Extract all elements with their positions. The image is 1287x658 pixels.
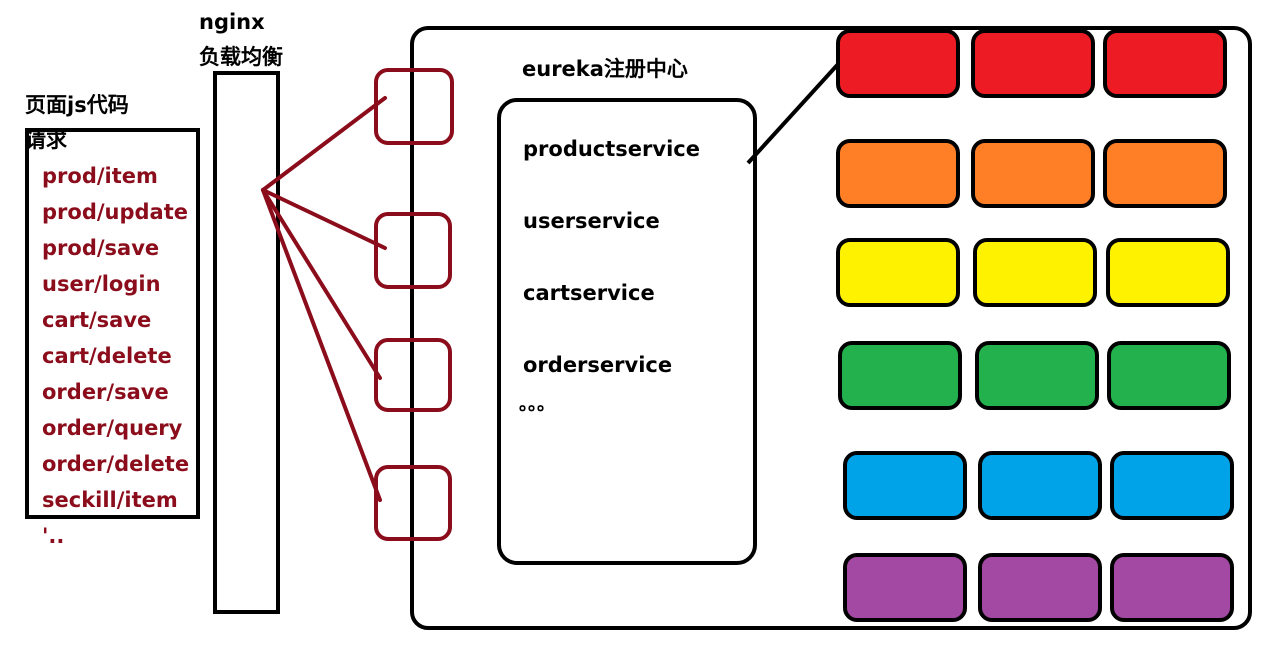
nginx-subtitle: 负载均衡 — [199, 45, 283, 69]
service-instance-box — [978, 553, 1102, 622]
request-item: order/query — [42, 416, 183, 440]
service-instance-box — [971, 29, 1095, 98]
cluster-box — [410, 26, 1252, 630]
service-instance-grid — [836, 29, 1234, 622]
arrow-line-1 — [261, 96, 387, 192]
request-item: prod/save — [42, 236, 160, 260]
service-instance-box — [1110, 451, 1234, 520]
nginx-title: nginx — [199, 10, 265, 34]
page-js-label: 页面js代码 — [25, 93, 129, 117]
service-instance-box — [838, 341, 962, 410]
service-instance-box — [836, 29, 960, 98]
service-name-user: userservice — [523, 209, 660, 233]
diagram-canvas — [25, 26, 1252, 630]
request-item: cart/save — [42, 308, 152, 332]
service-name-cart: cartservice — [523, 281, 655, 305]
request-label: 请求 — [25, 128, 67, 152]
service-name-order: orderservice — [523, 353, 673, 377]
service-name-product: productservice — [523, 137, 700, 161]
request-item: cart/delete — [42, 344, 172, 368]
service-instance-box — [1110, 553, 1234, 622]
service-instance-box — [843, 451, 967, 520]
service-instance-box — [971, 139, 1095, 208]
request-item: prod/item — [42, 164, 158, 188]
request-item: seckill/item — [42, 488, 178, 512]
service-instance-box — [836, 139, 960, 208]
service-instance-box — [1103, 139, 1227, 208]
request-item: order/delete — [42, 452, 190, 476]
service-instance-box — [1106, 238, 1230, 307]
productservice-connector — [746, 60, 842, 165]
eureka-box — [497, 98, 757, 565]
service-instance-box — [1103, 29, 1227, 98]
service-instance-box — [1107, 341, 1231, 410]
eureka-title: eureka注册中心 — [522, 57, 688, 81]
request-item: user/login — [42, 272, 161, 296]
request-item: prod/update — [42, 200, 188, 224]
service-instance-box — [973, 238, 1097, 307]
request-item: order/save — [42, 380, 169, 404]
request-more: '.. — [42, 524, 65, 548]
service-instance-box — [836, 238, 960, 307]
nginx-box — [213, 71, 280, 614]
service-more-ellipsis: 。。。 — [519, 394, 555, 415]
load-balance-arrows — [261, 96, 387, 502]
service-instance-box — [975, 341, 1099, 410]
service-instance-box — [843, 553, 967, 622]
service-instance-box — [978, 451, 1102, 520]
